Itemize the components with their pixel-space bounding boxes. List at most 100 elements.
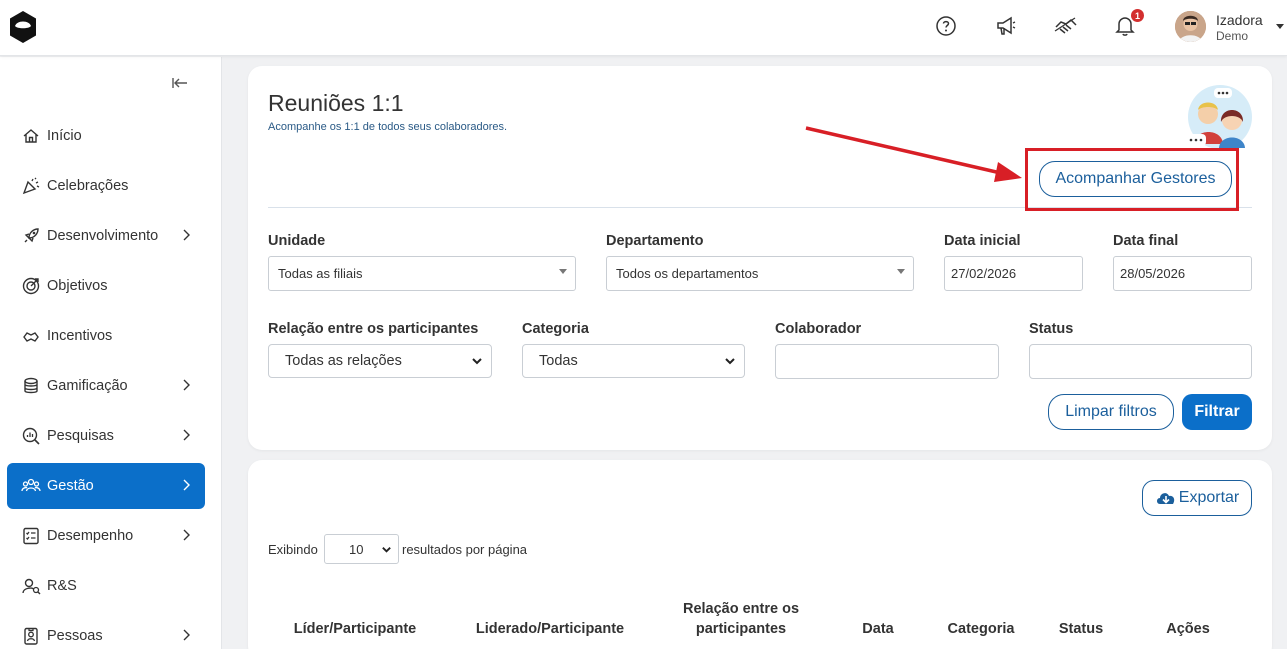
team-icon	[21, 476, 41, 496]
sidebar-item-gestao[interactable]: Gestão	[7, 463, 205, 509]
relation-select-value: Todas as relações	[285, 353, 402, 369]
notifications-button[interactable]: 1	[1112, 9, 1144, 39]
column-header-actions: Ações	[1166, 621, 1210, 637]
sidebar-item-desempenho[interactable]: Desempenho	[7, 513, 205, 559]
department-label: Departamento	[606, 233, 704, 249]
target-icon	[21, 276, 41, 296]
home-icon	[21, 126, 41, 146]
export-label: Exportar	[1178, 489, 1240, 506]
divider	[268, 207, 1252, 208]
chevron-right-icon	[183, 629, 190, 641]
megaphone-icon[interactable]	[993, 13, 1019, 39]
showing-label: Exibindo	[268, 542, 318, 557]
export-button[interactable]: Exportar	[1142, 480, 1252, 516]
column-header-category[interactable]: Categoria	[933, 619, 1029, 639]
end-date-label: Data final	[1113, 233, 1179, 249]
end-date-value: 28/05/2026	[1120, 266, 1186, 281]
notification-badge: 1	[1131, 9, 1144, 22]
sidebar-item-objetivos[interactable]: Objetivos	[7, 263, 205, 309]
help-icon[interactable]	[933, 13, 959, 39]
caret-down-icon	[897, 269, 905, 274]
column-header-date[interactable]: Data	[838, 619, 918, 639]
start-date-label: Data inicial	[944, 233, 1021, 249]
sidebar: Início Celebrações Desenvolvimento Objetivo…	[0, 57, 222, 649]
sidebar-item-incentivos[interactable]: Incentivos	[7, 313, 205, 359]
unit-label: Unidade	[268, 233, 326, 249]
clear-filters-button[interactable]: Limpar filtros	[1048, 394, 1174, 430]
per-page-value: 10	[349, 541, 364, 557]
sidebar-item-pesquisas[interactable]: Pesquisas	[7, 413, 205, 459]
page-title: Reuniões 1:1	[268, 90, 404, 116]
sidebar-item-label: Desenvolvimento	[47, 228, 159, 244]
chevron-down-icon	[382, 547, 391, 553]
category-select-value: Todas	[539, 353, 578, 369]
per-page-suffix: resultados por página	[402, 542, 528, 557]
avatar[interactable]	[1175, 11, 1206, 42]
chevron-right-icon	[183, 229, 190, 241]
filter-button[interactable]: Filtrar	[1182, 394, 1252, 430]
user-menu-caret-icon[interactable]	[1276, 24, 1284, 29]
per-page-select[interactable]: 10	[324, 534, 399, 564]
caret-down-icon	[559, 269, 567, 274]
coins-icon	[21, 376, 41, 396]
start-date-input[interactable]: 27/02/2026	[944, 256, 1083, 291]
employee-input[interactable]	[775, 344, 999, 379]
sidebar-item-label: Objetivos	[47, 278, 108, 294]
department-select-value: Todos os departamentos	[616, 266, 759, 281]
category-select[interactable]: Todas	[522, 344, 745, 378]
status-label: Status	[1029, 321, 1074, 337]
sidebar-item-r-s[interactable]: R&S	[7, 563, 205, 609]
checklist-icon	[21, 526, 41, 546]
track-managers-button[interactable]: Acompanhar Gestores	[1039, 161, 1232, 197]
people-icon	[21, 626, 41, 646]
relation-select[interactable]: Todas as relações	[268, 344, 492, 378]
sidebar-item-label: R&S	[47, 578, 77, 594]
sidebar-item-label: Desempenho	[47, 528, 134, 544]
relation-label: Relação entre os participantes	[268, 321, 479, 337]
sidebar-item-label: Pesquisas	[47, 428, 114, 444]
sidebar-item-label: Gestão	[47, 478, 94, 494]
column-header-status[interactable]: Status	[1043, 619, 1119, 639]
column-header-leader[interactable]: Líder/Participante	[268, 619, 442, 639]
sidebar-item-celebracoes[interactable]: Celebrações	[7, 163, 205, 209]
page-subtitle: Acompanhe os 1:1 de todos seus colaborad…	[268, 121, 508, 133]
chevron-right-icon	[183, 429, 190, 441]
start-date-value: 27/02/2026	[951, 266, 1017, 281]
sidebar-item-gamificacao[interactable]: Gamificação	[7, 363, 205, 409]
sidebar-item-desenvolvimento[interactable]: Desenvolvimento	[7, 213, 205, 259]
sidebar-item-label: Incentivos	[47, 328, 113, 344]
end-date-input[interactable]: 28/05/2026	[1113, 256, 1252, 291]
sidebar-item-pessoas[interactable]: Pessoas	[7, 613, 205, 649]
recruit-icon	[21, 576, 41, 596]
survey-icon	[21, 426, 41, 446]
status-input[interactable]	[1029, 344, 1252, 379]
filters-card: Reuniões 1:1 Acompanhe os 1:1 de todos s…	[248, 66, 1272, 450]
column-header-led[interactable]: Liderado/Participante	[460, 619, 640, 639]
department-select[interactable]: Todos os departamentos	[606, 256, 914, 291]
sidebar-item-inicio[interactable]: Início	[7, 113, 205, 159]
chevron-right-icon	[183, 379, 190, 391]
meeting-illustration	[1186, 85, 1252, 149]
column-header-relation[interactable]: Relação entre os participantes	[666, 599, 816, 639]
unit-select[interactable]: Todas as filiais	[268, 256, 576, 291]
collapse-sidebar-icon[interactable]	[170, 75, 190, 91]
chevron-down-icon	[472, 358, 482, 365]
chevron-right-icon	[183, 479, 190, 491]
sidebar-item-label: Celebrações	[47, 178, 129, 194]
handshake-icon[interactable]	[1053, 13, 1079, 39]
party-icon	[21, 176, 41, 196]
app-logo[interactable]	[8, 10, 38, 44]
user-name[interactable]: Izadora	[1216, 12, 1263, 28]
employee-label: Colaborador	[775, 321, 862, 337]
sidebar-item-label: Pessoas	[47, 628, 103, 644]
rocket-icon	[21, 226, 41, 246]
top-bar: 1 Izadora Demo	[0, 0, 1287, 56]
unit-select-value: Todas as filiais	[278, 266, 363, 281]
category-label: Categoria	[522, 321, 589, 337]
incentive-icon	[21, 326, 41, 346]
chevron-down-icon	[725, 358, 735, 365]
results-card: Exportar Exibindo 10 resultados por pági…	[248, 460, 1272, 649]
chevron-right-icon	[183, 529, 190, 541]
cloud-download-icon	[1156, 493, 1174, 504]
sidebar-item-label: Início	[47, 128, 82, 144]
